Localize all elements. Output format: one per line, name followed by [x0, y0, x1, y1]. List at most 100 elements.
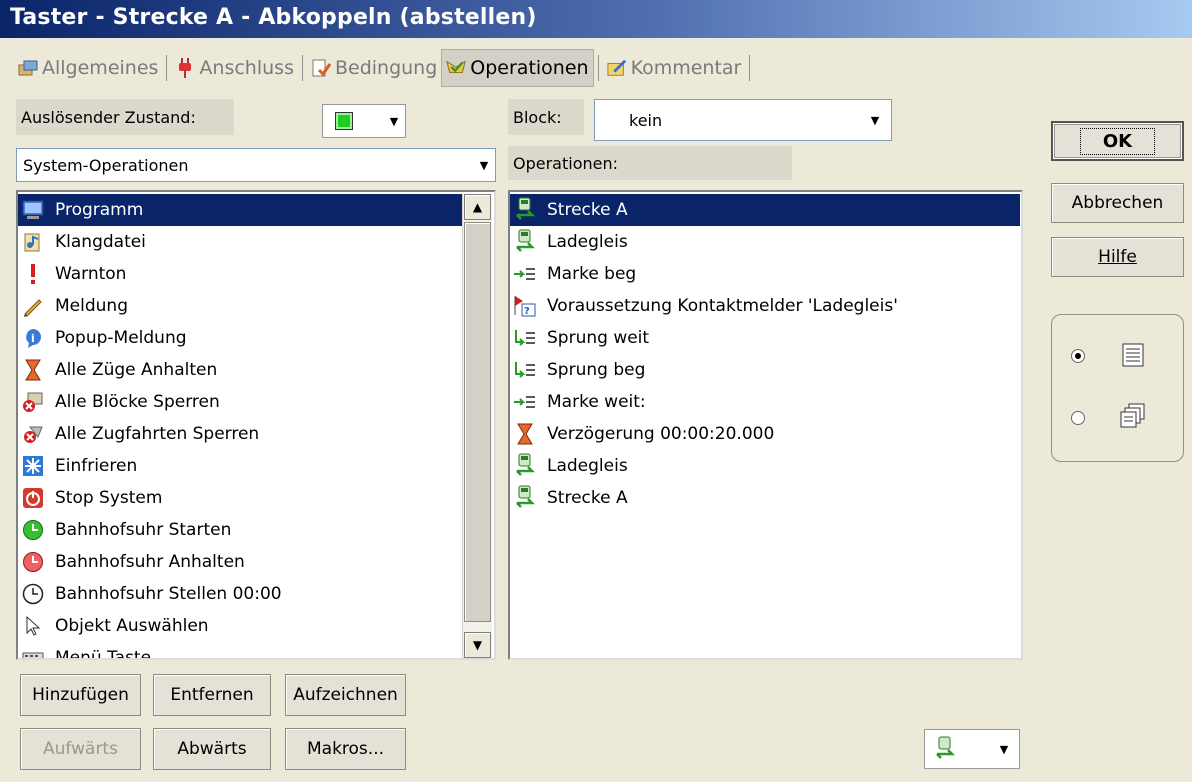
- system-operation-item[interactable]: Alle Züge Anhalten: [18, 354, 462, 386]
- hourglass-icon: [21, 358, 45, 382]
- system-operations-scrollbar[interactable]: ▲ ▼: [462, 194, 492, 658]
- jump-icon: [513, 358, 537, 382]
- svg-text:?: ?: [524, 306, 530, 317]
- cancel-button[interactable]: Abbrechen: [1051, 183, 1184, 223]
- operation-item[interactable]: Strecke A: [510, 482, 1020, 514]
- system-operation-item-label: Warnton: [55, 264, 127, 284]
- system-operation-item[interactable]: Bahnhofsuhr Stellen 00:00: [18, 578, 462, 610]
- chevron-down-icon: ▼: [870, 113, 880, 127]
- system-operation-item-label: Objekt Auswählen: [55, 616, 209, 636]
- system-operation-item-label: Meldung: [55, 296, 128, 316]
- ok-button[interactable]: OK: [1051, 121, 1184, 161]
- category-select[interactable]: System-Operationen ▼: [16, 148, 496, 182]
- help-button[interactable]: Hilfe: [1051, 237, 1184, 277]
- system-operation-item[interactable]: Meldung: [18, 290, 462, 322]
- system-operation-item-label: Bahnhofsuhr Anhalten: [55, 552, 245, 572]
- keyboard-icon: [21, 646, 45, 658]
- operation-item[interactable]: Marke weit:: [510, 386, 1020, 418]
- tab-anschluss[interactable]: Anschluss: [171, 49, 298, 87]
- system-operation-item-label: Bahnhofsuhr Starten: [55, 520, 232, 540]
- operation-item[interactable]: Marke beg: [510, 258, 1020, 290]
- system-operation-item-label: Einfrieren: [55, 456, 138, 476]
- tab-bedingung[interactable]: Bedingung: [307, 49, 441, 87]
- operation-item-label: Ladegleis: [547, 232, 628, 252]
- tab-operationen[interactable]: Operationen: [441, 49, 594, 87]
- condition-icon: [311, 58, 331, 78]
- tab-divider: [749, 55, 751, 81]
- state-led-icon: [335, 112, 353, 130]
- chevron-down-icon: ▼: [479, 158, 489, 172]
- scroll-up-icon[interactable]: ▲: [464, 194, 491, 220]
- operation-item[interactable]: Sprung beg: [510, 354, 1020, 386]
- operation-item-label: Strecke A: [547, 200, 628, 220]
- train-icon: [513, 197, 537, 222]
- trigger-label-text: Auslösender Zustand:: [21, 107, 196, 127]
- system-operation-item[interactable]: Bahnhofsuhr Anhalten: [18, 546, 462, 578]
- train-icon: [513, 453, 537, 478]
- tab-divider: [301, 55, 303, 81]
- cursor-icon: [21, 614, 45, 638]
- train-icon: [513, 485, 537, 510]
- tab-divider: [597, 55, 599, 81]
- exclamation-icon: [21, 262, 45, 286]
- operation-item-label: Voraussetzung Kontaktmelder 'Ladegleis': [547, 296, 898, 316]
- operation-item-label: Sprung beg: [547, 360, 646, 380]
- window-title: Taster - Strecke A - Abkoppeln (abstelle…: [10, 5, 537, 30]
- view-mode-group: [1051, 314, 1184, 462]
- operation-item[interactable]: Sprung weit: [510, 322, 1020, 354]
- operation-item[interactable]: Ladegleis: [510, 450, 1020, 482]
- system-operation-item[interactable]: Stop System: [18, 482, 462, 514]
- system-operations-list[interactable]: Programm Klangdatei Warnton Meldung i Popup-M…: [16, 190, 496, 660]
- cancel-label: Abbrechen: [1071, 193, 1164, 213]
- move-down-label: Abwärts: [177, 739, 247, 759]
- system-operation-item-label: Alle Zugfahrten Sperren: [55, 424, 260, 444]
- system-operation-item-label: Alle Züge Anhalten: [55, 360, 218, 380]
- macros-label: Makros...: [306, 739, 384, 759]
- detail-view-icon: [1120, 403, 1146, 433]
- scroll-thumb[interactable]: [464, 222, 491, 622]
- system-operation-item[interactable]: Einfrieren: [18, 450, 462, 482]
- info-icon: i: [21, 326, 45, 350]
- scroll-down-icon[interactable]: ▼: [464, 632, 491, 658]
- system-operation-item-label: Programm: [55, 200, 144, 220]
- system-operation-item[interactable]: Objekt Auswählen: [18, 610, 462, 642]
- system-operation-item[interactable]: Bahnhofsuhr Starten: [18, 514, 462, 546]
- move-down-button[interactable]: Abwärts: [153, 728, 271, 770]
- block-select[interactable]: kein ▼: [594, 99, 892, 141]
- help-label: Hilfe: [1098, 247, 1137, 267]
- system-operation-item[interactable]: Alle Zugfahrten Sperren: [18, 418, 462, 450]
- tab-label: Operationen: [470, 57, 589, 79]
- operation-item-label: Strecke A: [547, 488, 628, 508]
- operation-item[interactable]: Ladegleis: [510, 226, 1020, 258]
- system-operation-item[interactable]: Warnton: [18, 258, 462, 290]
- system-operation-item[interactable]: i Popup-Meldung: [18, 322, 462, 354]
- system-operation-item-label: Stop System: [55, 488, 163, 508]
- tab-kommentar[interactable]: Kommentar: [603, 49, 746, 87]
- trigger-state-select[interactable]: ▼: [322, 104, 406, 138]
- system-operation-item[interactable]: Menü Taste: [18, 642, 462, 658]
- hourglass-icon: [513, 422, 537, 446]
- operation-type-select[interactable]: ▼: [924, 729, 1020, 769]
- operation-item[interactable]: ? Voraussetzung Kontaktmelder 'Ladegleis': [510, 290, 1020, 322]
- tab-allgemeines[interactable]: Allgemeines: [14, 49, 162, 87]
- system-operation-item[interactable]: Programm: [18, 194, 462, 226]
- system-operation-item[interactable]: Klangdatei: [18, 226, 462, 258]
- trigger-state-label: Auslösender Zustand:: [16, 99, 234, 135]
- operation-item[interactable]: Verzögerung 00:00:20.000: [510, 418, 1020, 450]
- title-bar[interactable]: Taster - Strecke A - Abkoppeln (abstelle…: [0, 0, 1192, 38]
- pencil-icon: [21, 294, 45, 318]
- detail-view-radio[interactable]: [1071, 411, 1085, 425]
- tab-label: Kommentar: [630, 57, 742, 79]
- clock-icon: [21, 582, 45, 606]
- block-value: kein: [629, 110, 663, 130]
- add-button[interactable]: Hinzufügen: [20, 674, 141, 716]
- operations-list[interactable]: Strecke A Ladegleis Marke beg? Voraussetzun…: [508, 190, 1023, 660]
- macros-button[interactable]: Makros...: [285, 728, 406, 770]
- move-up-button[interactable]: Aufwärts: [20, 728, 141, 770]
- remove-button[interactable]: Entfernen: [153, 674, 271, 716]
- list-view-radio[interactable]: [1071, 349, 1085, 363]
- system-operation-item[interactable]: Alle Blöcke Sperren: [18, 386, 462, 418]
- system-operation-item-label: Popup-Meldung: [55, 328, 187, 348]
- operation-item[interactable]: Strecke A: [510, 194, 1020, 226]
- record-button[interactable]: Aufzeichnen: [285, 674, 406, 716]
